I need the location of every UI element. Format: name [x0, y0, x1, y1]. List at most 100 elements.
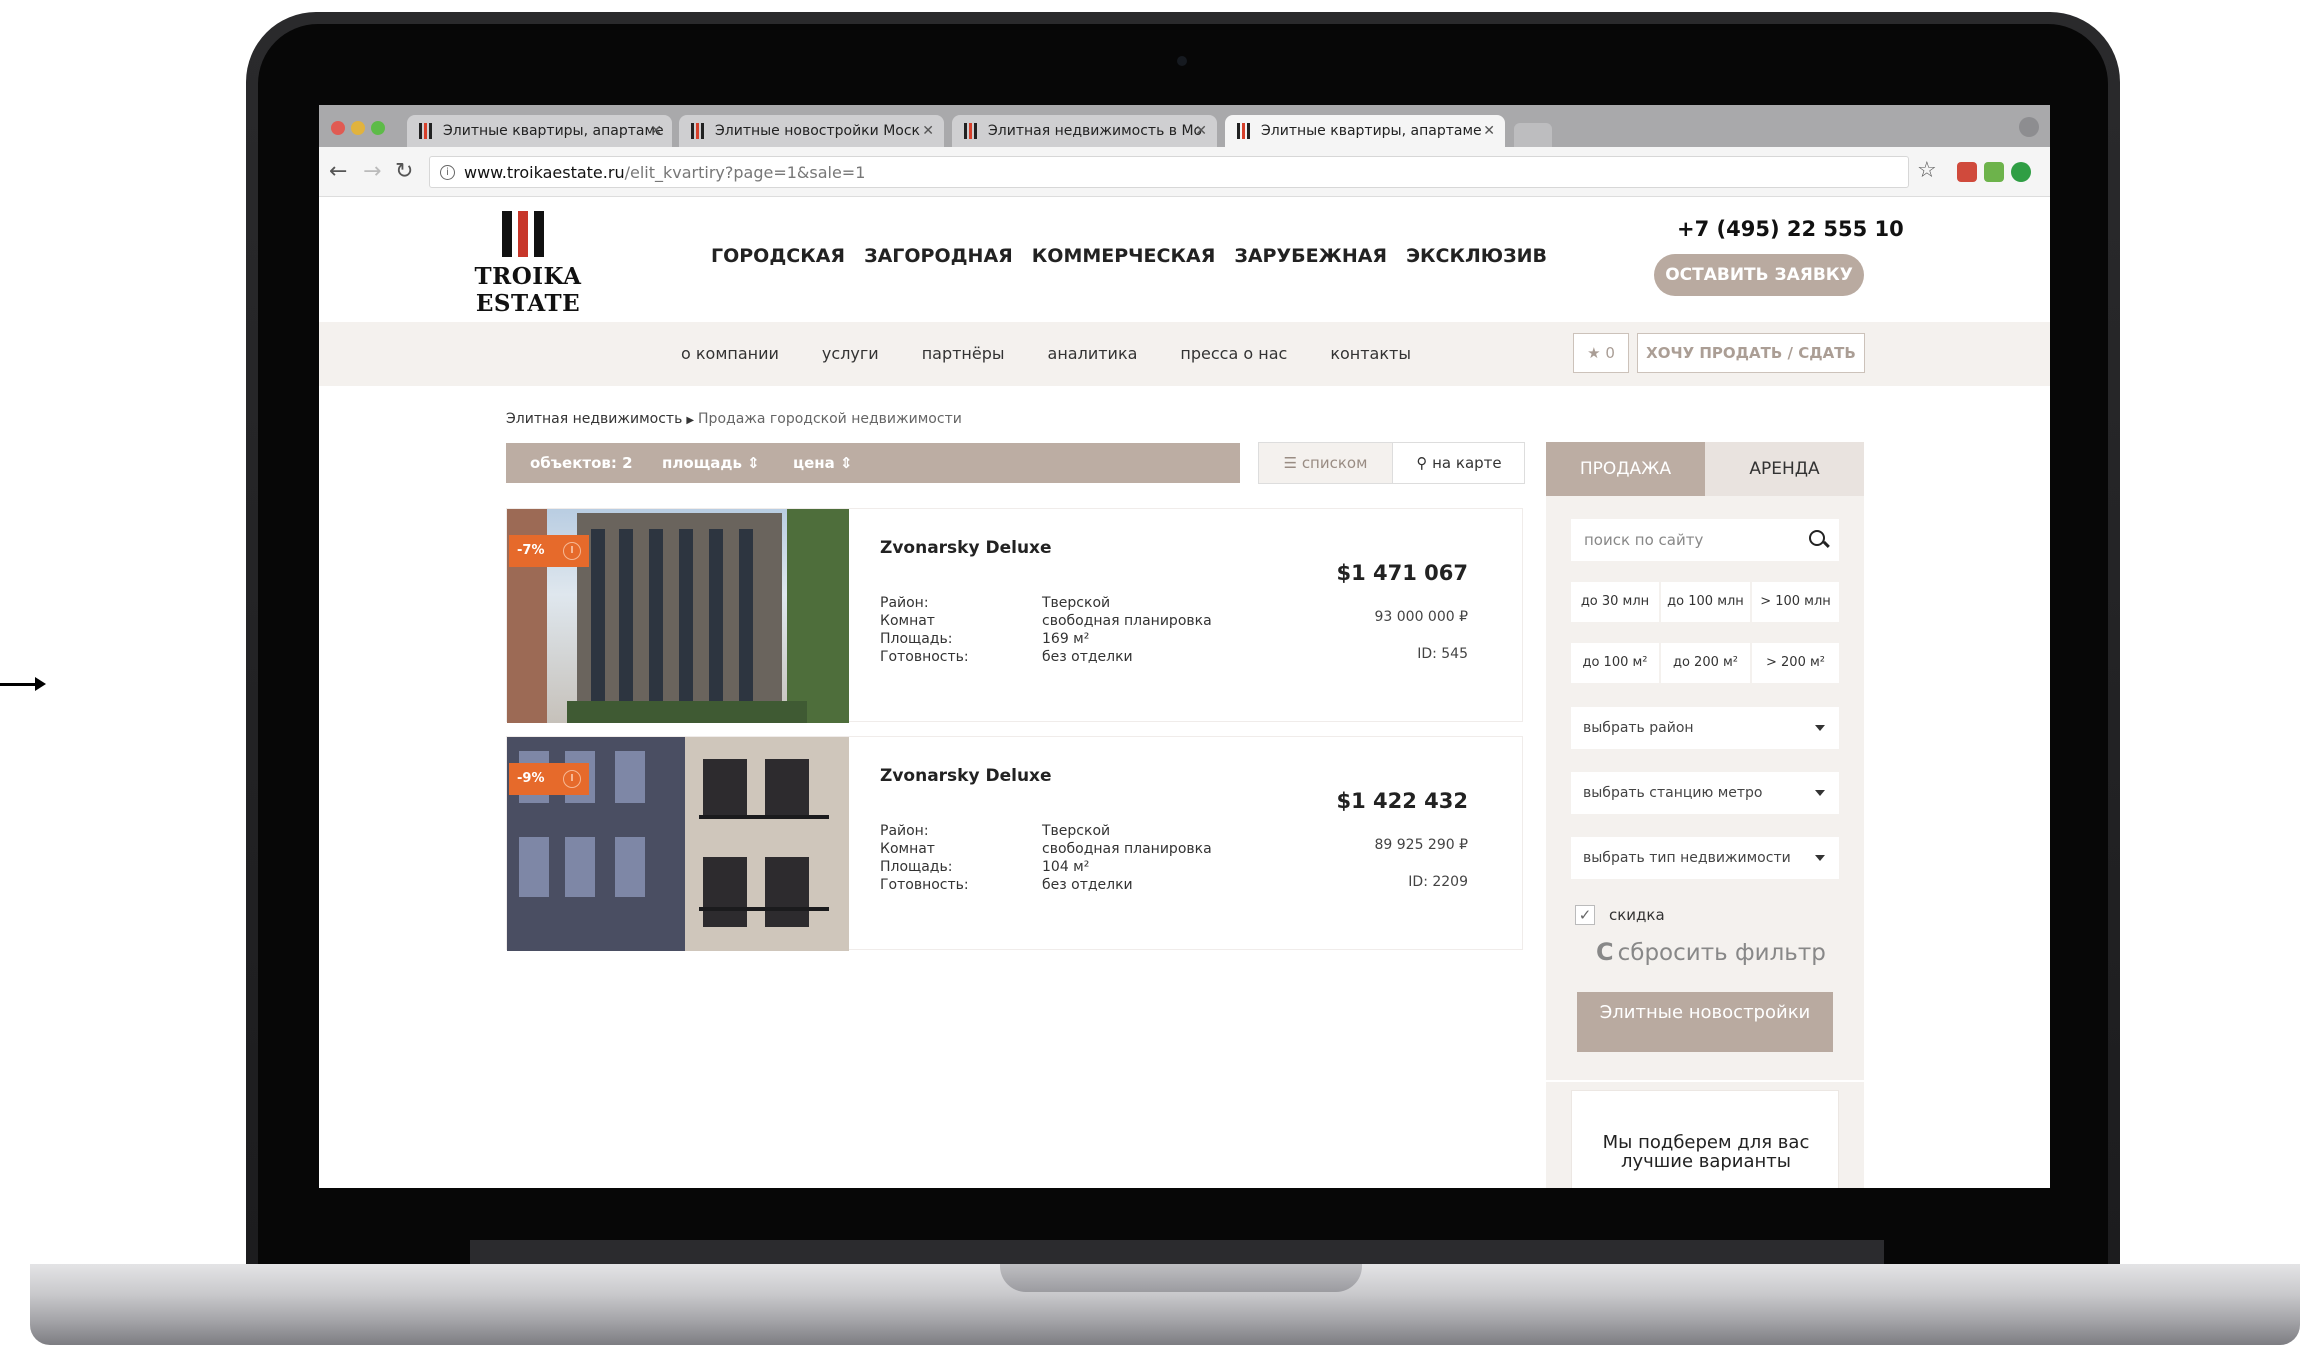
- subnav-item-partners[interactable]: партнёры: [922, 344, 1005, 363]
- prop-key: Комнат: [880, 841, 935, 857]
- property-type-select[interactable]: выбрать тип недвижимости: [1571, 837, 1839, 879]
- browser-tab-active[interactable]: Элитные квартиры, апартаме ✕: [1225, 115, 1505, 147]
- close-tab-icon[interactable]: ✕: [1195, 115, 1207, 147]
- prop-key: Готовность:: [880, 877, 969, 893]
- extension-icon[interactable]: [1957, 162, 1977, 182]
- nav-item-foreign[interactable]: ЗАРУБЕЖНАЯ: [1234, 245, 1387, 267]
- listing-title[interactable]: Zvonarsky Deluxe: [880, 766, 1052, 786]
- price-filter-chip[interactable]: до 100 млн: [1661, 582, 1750, 622]
- prop-key: Комнат: [880, 613, 935, 629]
- new-tab-button[interactable]: [1514, 123, 1552, 147]
- nav-item-exclusive[interactable]: ЭКСКЛЮЗИВ: [1406, 245, 1547, 267]
- elite-newbuild-button[interactable]: Элитные новостройки: [1577, 992, 1833, 1052]
- phone-number[interactable]: +7 (495) 22 555 10: [1677, 217, 1904, 241]
- district-select[interactable]: выбрать район: [1571, 707, 1839, 749]
- clock-icon: [563, 542, 581, 560]
- minimize-window-button[interactable]: [351, 121, 365, 135]
- close-window-button[interactable]: [331, 121, 345, 135]
- sell-rent-button[interactable]: ХОЧУ ПРОДАТЬ / СДАТЬ: [1637, 333, 1865, 373]
- area-filter-chip[interactable]: до 200 м²: [1661, 643, 1750, 683]
- nav-item-commercial[interactable]: КОММЕРЧЕСКАЯ: [1032, 245, 1216, 267]
- back-arrow-icon[interactable]: ←: [329, 159, 347, 184]
- star-icon: ★: [1587, 344, 1601, 362]
- profile-icon[interactable]: [2019, 117, 2039, 137]
- nav-item-city[interactable]: ГОРОДСКАЯ: [711, 245, 845, 267]
- metro-select[interactable]: выбрать станцию метро: [1571, 772, 1839, 814]
- site-search-input[interactable]: поиск по сайту: [1571, 519, 1839, 561]
- discount-badge: -9%: [509, 763, 589, 795]
- breadcrumb-root[interactable]: Элитная недвижимость: [506, 411, 682, 427]
- main-nav: ГОРОДСКАЯ ЗАГОРОДНАЯ КОММЕРЧЕСКАЯ ЗАРУБЕ…: [711, 245, 1547, 267]
- close-tab-icon[interactable]: ✕: [650, 115, 662, 147]
- logo[interactable]: TROIKA ESTATE: [440, 211, 616, 317]
- browser-tab[interactable]: Элитные новостройки Моск ✕: [679, 115, 944, 147]
- view-toggle: ☰ списком ⚲ на карте: [1258, 442, 1525, 484]
- info-icon[interactable]: i: [440, 165, 455, 180]
- listing-photo[interactable]: -7%: [507, 509, 849, 723]
- prop-value: Тверской: [1042, 823, 1111, 839]
- price-usd: $1 422 432: [1336, 789, 1468, 813]
- favorites-button[interactable]: ★ 0: [1573, 333, 1629, 373]
- close-tab-icon[interactable]: ✕: [922, 115, 934, 147]
- price-filter-chip[interactable]: до 30 млн: [1571, 582, 1659, 622]
- subnav-item-about[interactable]: о компании: [681, 344, 779, 363]
- price-rub: 89 925 290 ₽: [1374, 837, 1468, 853]
- favorites-count: 0: [1605, 344, 1615, 362]
- sort-by-area[interactable]: площадь ⇕: [662, 454, 760, 472]
- view-list-button[interactable]: ☰ списком: [1259, 443, 1393, 483]
- price-filter-chip[interactable]: > 100 млн: [1752, 582, 1839, 622]
- consult-card-text: Мы подберем для вас лучшие варианты: [1602, 1132, 1810, 1172]
- sort-by-price[interactable]: цена ⇕: [793, 454, 853, 472]
- view-list-label: списком: [1301, 454, 1368, 472]
- laptop-mockup: Элитные квартиры, апартаме ✕ Элитные нов…: [0, 0, 2300, 1345]
- forward-arrow-icon[interactable]: →: [363, 159, 381, 184]
- objects-count: объектов: 2: [530, 454, 633, 472]
- tab-sale[interactable]: ПРОДАЖА: [1546, 442, 1705, 496]
- tab-rent[interactable]: АРЕНДА: [1705, 442, 1864, 496]
- browser-tab[interactable]: Элитные квартиры, апартаме ✕: [407, 115, 672, 147]
- metro-select-value: выбрать станцию метро: [1583, 785, 1763, 801]
- listing-card[interactable]: -7% Zvonarsky Deluxe Район: Тверской Комн…: [506, 508, 1523, 723]
- breadcrumb-current: Продажа городской недвижимости: [698, 411, 962, 427]
- url-input[interactable]: i www.troikaestate.ru/elit_kvartiry?page…: [429, 156, 1909, 188]
- extension-icon[interactable]: [1984, 162, 2004, 182]
- leave-request-button[interactable]: ОСТАВИТЬ ЗАЯВКУ: [1654, 254, 1864, 296]
- divider: [1546, 1080, 1864, 1082]
- nav-item-country[interactable]: ЗАГОРОДНАЯ: [864, 245, 1013, 267]
- area-filter-chip[interactable]: до 100 м²: [1571, 643, 1659, 683]
- close-tab-icon[interactable]: ✕: [1483, 115, 1495, 147]
- listing-card[interactable]: -9% Zvonarsky Deluxe Район: Тверской Комн…: [506, 736, 1523, 951]
- discount-checkbox[interactable]: ✓: [1575, 905, 1595, 925]
- listing-id: ID: 545: [1417, 646, 1468, 662]
- extension-icon[interactable]: [2011, 162, 2031, 182]
- reset-filter-link[interactable]: Cсбросить фильтр: [1596, 938, 1826, 966]
- listing-props: Район: Тверской Комнат свободная планировк…: [880, 594, 1212, 666]
- listing-title[interactable]: Zvonarsky Deluxe: [880, 538, 1052, 558]
- maximize-window-button[interactable]: [371, 121, 385, 135]
- caret-down-icon: [1815, 790, 1825, 796]
- view-map-button[interactable]: ⚲ на карте: [1393, 443, 1525, 483]
- prop-value: 169 м²: [1042, 631, 1090, 647]
- prop-key: Площадь:: [880, 859, 953, 875]
- map-pin-icon: ⚲: [1416, 454, 1428, 472]
- subnav-item-services[interactable]: услуги: [822, 344, 879, 363]
- subnav-item-contacts[interactable]: контакты: [1330, 344, 1411, 363]
- list-icon: ☰: [1283, 454, 1298, 472]
- area-filter-chip[interactable]: > 200 м²: [1752, 643, 1839, 683]
- camera-icon: [1177, 56, 1187, 66]
- listing-photo[interactable]: -9%: [507, 737, 849, 951]
- prop-key: Район:: [880, 595, 929, 611]
- subnav-item-analytics[interactable]: аналитика: [1048, 344, 1138, 363]
- search-icon[interactable]: [1809, 530, 1825, 546]
- caret-down-icon: [1815, 855, 1825, 861]
- reload-icon[interactable]: ↻: [395, 159, 413, 184]
- prop-key: Район:: [880, 823, 929, 839]
- logo-mark-icon: [502, 211, 562, 257]
- browser-tab[interactable]: Элитная недвижимость в Мо ✕: [952, 115, 1217, 147]
- troika-favicon-icon: [691, 123, 706, 139]
- bookmark-star-icon[interactable]: ☆: [1917, 158, 1937, 183]
- search-placeholder: поиск по сайту: [1584, 531, 1704, 549]
- subnav-item-press[interactable]: пресса о нас: [1180, 344, 1287, 363]
- troika-favicon-icon: [964, 123, 979, 139]
- tab-title: Элитные квартиры, апартаме: [1261, 123, 1482, 139]
